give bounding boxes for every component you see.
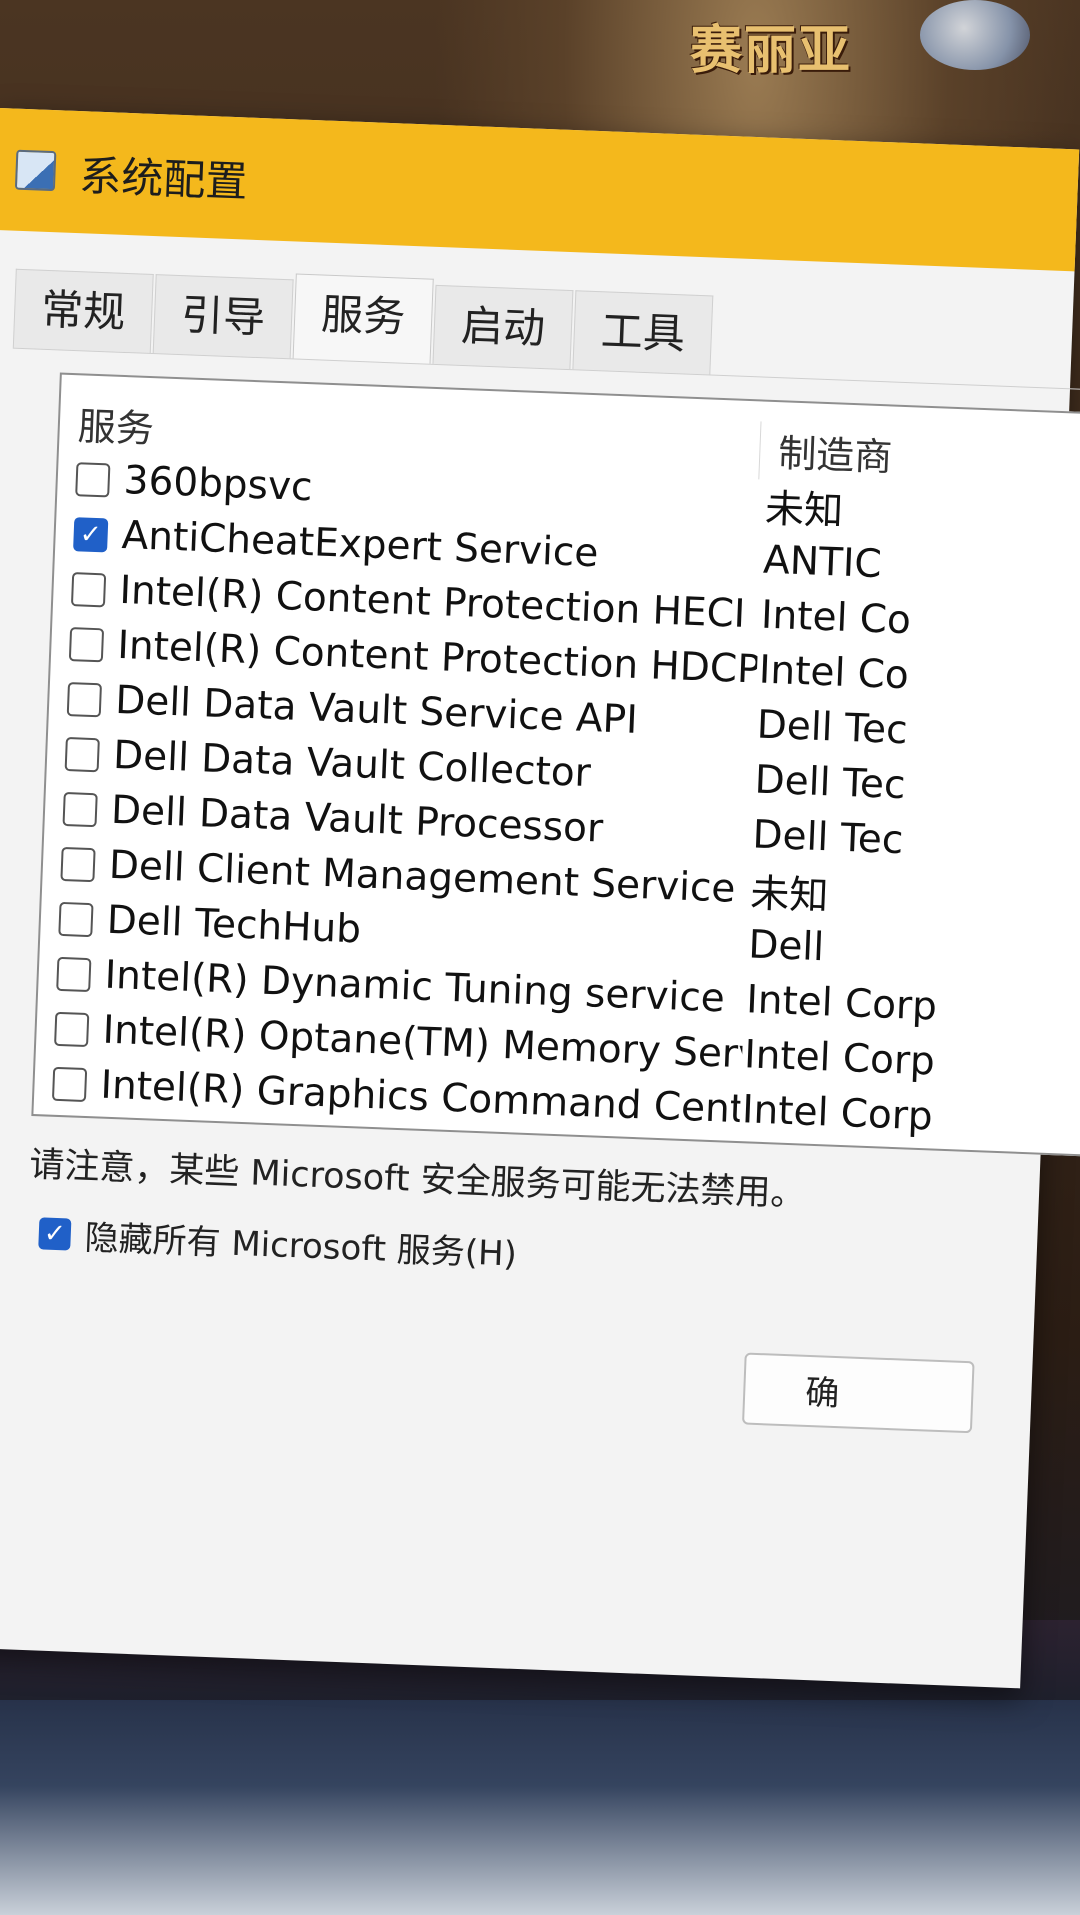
service-checkbox[interactable] bbox=[54, 1011, 90, 1047]
service-checkbox[interactable] bbox=[56, 956, 92, 992]
service-manufacturer: Intel Co bbox=[758, 647, 910, 699]
crystal-ball-image bbox=[920, 0, 1030, 70]
tab-boot[interactable]: 引导 bbox=[152, 274, 294, 359]
service-manufacturer: Dell bbox=[747, 922, 825, 971]
service-checkbox[interactable] bbox=[68, 626, 105, 662]
service-manufacturer: Dell Tec bbox=[756, 702, 909, 754]
service-checkbox[interactable] bbox=[75, 461, 111, 497]
tab-general[interactable]: 常规 bbox=[12, 268, 154, 353]
services-list[interactable]: 服务 制造商 360bpsvc 未知 ✓ AntiCheatExpert Servic… bbox=[31, 372, 1080, 1158]
service-checkbox[interactable] bbox=[66, 681, 103, 717]
service-manufacturer: 未知 bbox=[749, 870, 830, 919]
game-title-text: 赛丽亚 bbox=[690, 20, 853, 81]
column-header-manufacturer[interactable]: 制造商 bbox=[758, 421, 894, 485]
service-checkbox[interactable]: ✓ bbox=[73, 516, 109, 552]
service-rows: 360bpsvc 未知 ✓ AntiCheatExpert Service ANTIC I… bbox=[31, 451, 1080, 1158]
laptop-bezel bbox=[0, 1700, 1080, 1915]
hide-microsoft-label: 隐藏所有 Microsoft 服务(H) bbox=[83, 1218, 518, 1275]
service-checkbox[interactable] bbox=[60, 846, 96, 882]
service-manufacturer: Dell Tec bbox=[753, 757, 907, 809]
ok-button[interactable]: 确 bbox=[742, 1352, 975, 1434]
service-manufacturer: Intel Corpo bbox=[739, 1142, 955, 1157]
column-header-service[interactable]: 服务 bbox=[77, 395, 155, 453]
hide-microsoft-checkbox[interactable]: ✓ bbox=[38, 1216, 72, 1251]
service-checkbox[interactable] bbox=[62, 791, 98, 827]
service-manufacturer: 未知 bbox=[764, 486, 845, 535]
service-checkbox[interactable] bbox=[51, 1066, 88, 1102]
service-manufacturer: Intel Co bbox=[760, 592, 912, 644]
service-checkbox[interactable] bbox=[64, 736, 100, 772]
service-manufacturer: Intel Corp bbox=[743, 1032, 936, 1085]
service-manufacturer: Intel Corp bbox=[741, 1087, 934, 1140]
window-title: 系统配置 bbox=[78, 150, 249, 207]
msconfig-icon bbox=[14, 149, 57, 192]
service-manufacturer: Dell Tec bbox=[751, 812, 905, 864]
tab-services[interactable]: 服务 bbox=[292, 273, 434, 364]
microsoft-note: 请注意，某些 Microsoft 安全服务可能无法禁用。 bbox=[28, 1144, 807, 1215]
service-checkbox[interactable] bbox=[58, 901, 94, 937]
services-panel: 服务 制造商 360bpsvc 未知 ✓ AntiCheatExpert Servic… bbox=[0, 347, 1080, 1471]
system-config-window: 系统配置 常规 引导 服务 启动 工具 服务 制造商 360bpsvc 未知 ✓ An… bbox=[0, 108, 1080, 1689]
service-checkbox[interactable] bbox=[70, 571, 107, 607]
service-manufacturer: ANTIC bbox=[762, 537, 883, 588]
service-manufacturer: Intel Corp bbox=[745, 977, 938, 1030]
tab-startup[interactable]: 启动 bbox=[432, 284, 574, 370]
tab-tools[interactable]: 工具 bbox=[572, 290, 714, 375]
hide-microsoft-option[interactable]: ✓ 隐藏所有 Microsoft 服务(H) bbox=[38, 1208, 518, 1275]
